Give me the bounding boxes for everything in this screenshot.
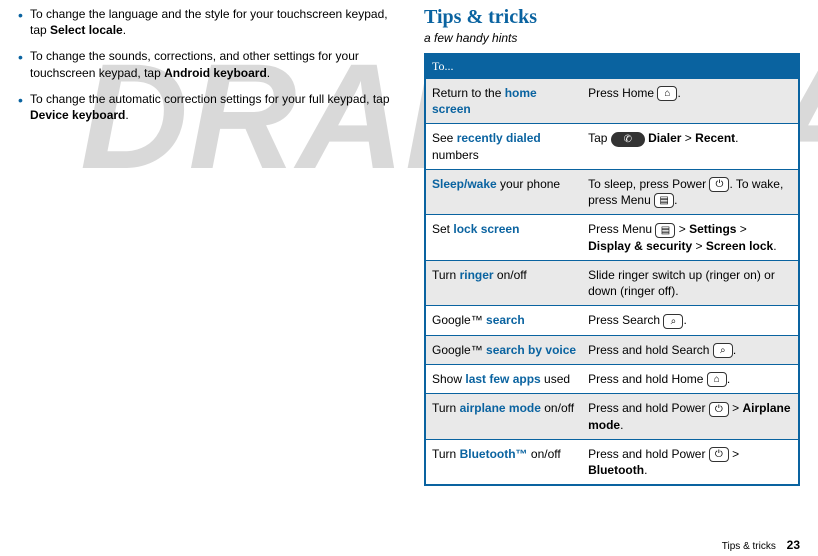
- dialer-icon: ✆: [611, 132, 645, 147]
- table-row: Turn Bluetooth™ on/offPress and hold Pow…: [425, 439, 799, 485]
- menu-icon: ▤: [654, 193, 674, 208]
- page-footer: Tips & tricks 23: [722, 538, 800, 552]
- row-action: Show last few apps used: [425, 364, 582, 393]
- bold-text: Recent: [695, 131, 735, 145]
- row-action: Google™ search by voice: [425, 335, 582, 364]
- bold-text: Display & security: [588, 239, 692, 253]
- row-action: Turn airplane mode on/off: [425, 394, 582, 440]
- row-instruction: Slide ringer switch up (ringer on) or do…: [582, 260, 799, 305]
- row-instruction: Press and hold Power ⏻ > Airplane mode.: [582, 394, 799, 440]
- bold-text: Dialer: [648, 131, 681, 145]
- highlight: search: [486, 313, 525, 327]
- highlight: home screen: [432, 86, 537, 116]
- table-row: See recently dialed numbersTap ✆ Dialer …: [425, 124, 799, 169]
- bold-text: Settings: [689, 222, 736, 236]
- right-column: Tips & tricks a few handy hints To... Re…: [424, 6, 800, 486]
- bullet-item: To change the language and the style for…: [18, 6, 394, 38]
- highlight: Sleep/wake: [432, 177, 497, 191]
- row-action: See recently dialed numbers: [425, 124, 582, 169]
- home-icon: ⌂: [707, 372, 727, 387]
- section-subtitle: a few handy hints: [424, 31, 800, 45]
- row-instruction: Press and hold Home ⌂.: [582, 364, 799, 393]
- footer-label: Tips & tricks: [722, 541, 776, 552]
- search-icon: ⌕: [713, 343, 733, 358]
- row-action: Turn Bluetooth™ on/off: [425, 439, 582, 485]
- row-instruction: Press Search ⌕.: [582, 306, 799, 335]
- bullet-item: To change the sounds, corrections, and o…: [18, 48, 394, 80]
- row-instruction: Press and hold Power ⏻ > Bluetooth.: [582, 439, 799, 485]
- row-instruction: Tap ✆ Dialer > Recent.: [582, 124, 799, 169]
- bold-text: Airplane mode: [588, 401, 790, 431]
- row-action: Google™ search: [425, 306, 582, 335]
- row-instruction: To sleep, press Power ⏻. To wake, press …: [582, 169, 799, 215]
- bold-text: Bluetooth: [588, 463, 644, 477]
- highlight: Bluetooth™: [460, 447, 528, 461]
- row-action: Turn ringer on/off: [425, 260, 582, 305]
- row-instruction: Press Menu ▤ > Settings > Display & secu…: [582, 215, 799, 261]
- highlight: lock screen: [453, 222, 519, 236]
- row-action: Set lock screen: [425, 215, 582, 261]
- highlight: airplane mode: [460, 401, 541, 415]
- power-icon: ⏻: [709, 447, 729, 462]
- table-row: Set lock screenPress Menu ▤ > Settings >…: [425, 215, 799, 261]
- section-title: Tips & tricks: [424, 6, 800, 29]
- highlight: last few apps: [465, 372, 540, 386]
- page-number: 23: [787, 538, 800, 552]
- highlight: ringer: [460, 268, 494, 282]
- row-action: Sleep/wake your phone: [425, 169, 582, 215]
- row-action: Return to the home screen: [425, 79, 582, 124]
- table-row: Show last few apps usedPress and hold Ho…: [425, 364, 799, 393]
- table-header: To...: [425, 54, 799, 79]
- left-column: To change the language and the style for…: [18, 6, 394, 486]
- table-row: Google™ search by voicePress and hold Se…: [425, 335, 799, 364]
- search-icon: ⌕: [663, 314, 683, 329]
- tips-table: To... Return to the home screenPress Hom…: [424, 53, 800, 486]
- power-icon: ⏻: [709, 177, 729, 192]
- bullet-bold: Device keyboard: [30, 108, 125, 122]
- row-instruction: Press Home ⌂.: [582, 79, 799, 124]
- home-icon: ⌂: [657, 86, 677, 101]
- bullet-item: To change the automatic correction setti…: [18, 91, 394, 123]
- power-icon: ⏻: [709, 402, 729, 417]
- bold-text: Screen lock: [706, 239, 773, 253]
- table-row: Turn airplane mode on/offPress and hold …: [425, 394, 799, 440]
- bullet-bold: Select locale: [50, 23, 123, 37]
- table-row: Google™ searchPress Search ⌕.: [425, 306, 799, 335]
- bullet-bold: Android keyboard: [164, 66, 267, 80]
- table-row: Sleep/wake your phoneTo sleep, press Pow…: [425, 169, 799, 215]
- table-row: Return to the home screenPress Home ⌂.: [425, 79, 799, 124]
- row-instruction: Press and hold Search ⌕.: [582, 335, 799, 364]
- table-row: Turn ringer on/offSlide ringer switch up…: [425, 260, 799, 305]
- highlight: recently dialed: [457, 131, 541, 145]
- highlight: search by voice: [486, 343, 576, 357]
- menu-icon: ▤: [655, 223, 675, 238]
